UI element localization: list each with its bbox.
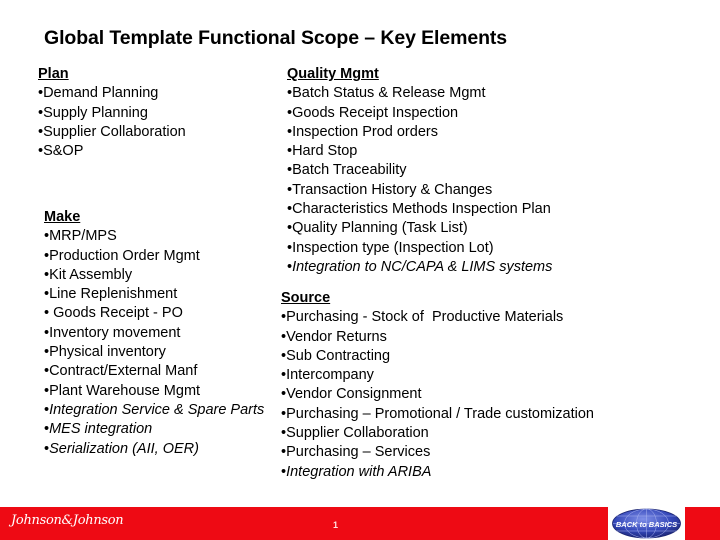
list-item: •Serialization (AII, OER) <box>44 440 199 457</box>
section-heading: Plan <box>38 66 69 82</box>
list-item: •Batch Status & Release Mgmt <box>287 85 486 102</box>
list-item: •Supplier Collaboration <box>38 123 186 140</box>
list-item: •Demand Planning <box>38 85 159 102</box>
page-number: 1 <box>333 520 339 530</box>
section-heading: Source <box>281 290 331 306</box>
list-item: •Inspection type (Inspection Lot) <box>287 239 494 256</box>
footer-bar: Johnson&Johnson 1 BACK to BASICS <box>0 507 720 540</box>
list-item: •Contract/External Manf <box>44 363 198 380</box>
list-item: •MRP/MPS <box>44 228 117 245</box>
list-item: •Production Order Mgmt <box>44 247 200 264</box>
list-item: •Transaction History & Changes <box>287 181 493 198</box>
list-item: • Goods Receipt - PO <box>44 305 183 322</box>
list-item: •Integration with ARIBA <box>281 463 432 480</box>
section-plan: Plan •Demand Planning •Supply Planning •… <box>38 65 186 161</box>
list-item: •S&OP <box>38 143 84 160</box>
list-item: •Intercompany <box>281 367 374 384</box>
list-item: •Sub Contracting <box>281 347 391 364</box>
section-quality-mgmt: Quality Mgmt •Batch Status & Release Mgm… <box>287 65 552 277</box>
section-heading: Quality Mgmt <box>287 66 379 82</box>
list-item: •Supply Planning <box>38 104 148 121</box>
company-logo: Johnson&Johnson <box>11 513 124 528</box>
list-item: •Physical inventory <box>44 344 166 361</box>
list-item: •Line Replenishment <box>44 286 178 303</box>
list-item: •Purchasing – Promotional / Trade custom… <box>281 405 594 422</box>
list-item: •Plant Warehouse Mgmt <box>44 382 201 399</box>
list-item: •Supplier Collaboration <box>281 425 429 442</box>
list-item: •Integration Service & Spare Parts <box>44 401 265 418</box>
list-item: •Kit Assembly <box>44 266 133 283</box>
list-item: •Vendor Returns <box>281 328 387 345</box>
globe-icon: BACK to BASICS <box>612 508 681 539</box>
list-item: •Purchasing – Services <box>281 444 431 461</box>
list-item: •Vendor Consignment <box>281 386 422 403</box>
list-item: •Batch Traceability <box>287 162 407 179</box>
list-item: •Quality Planning (Task List) <box>287 220 468 237</box>
list-item: •Hard Stop <box>287 143 358 160</box>
list-item: •Integration to NC/CAPA & LIMS systems <box>287 258 553 275</box>
section-source: Source •Purchasing - Stock of Productive… <box>281 289 594 482</box>
section-heading: Make <box>44 209 81 225</box>
back-to-basics-badge: BACK to BASICS <box>608 507 685 540</box>
list-item: •Characteristics Methods Inspection Plan <box>287 201 551 218</box>
list-item: •Inventory movement <box>44 324 181 341</box>
section-make: Make •MRP/MPS •Production Order Mgmt •Ki… <box>44 208 264 459</box>
list-item: •MES integration <box>44 421 153 438</box>
badge-text: BACK to BASICS <box>616 520 677 529</box>
list-item: •Inspection Prod orders <box>287 123 438 140</box>
list-item: •Goods Receipt Inspection <box>287 104 459 121</box>
list-item: •Purchasing - Stock of Productive Materi… <box>281 309 564 326</box>
slide-title: Global Template Functional Scope – Key E… <box>44 27 508 49</box>
